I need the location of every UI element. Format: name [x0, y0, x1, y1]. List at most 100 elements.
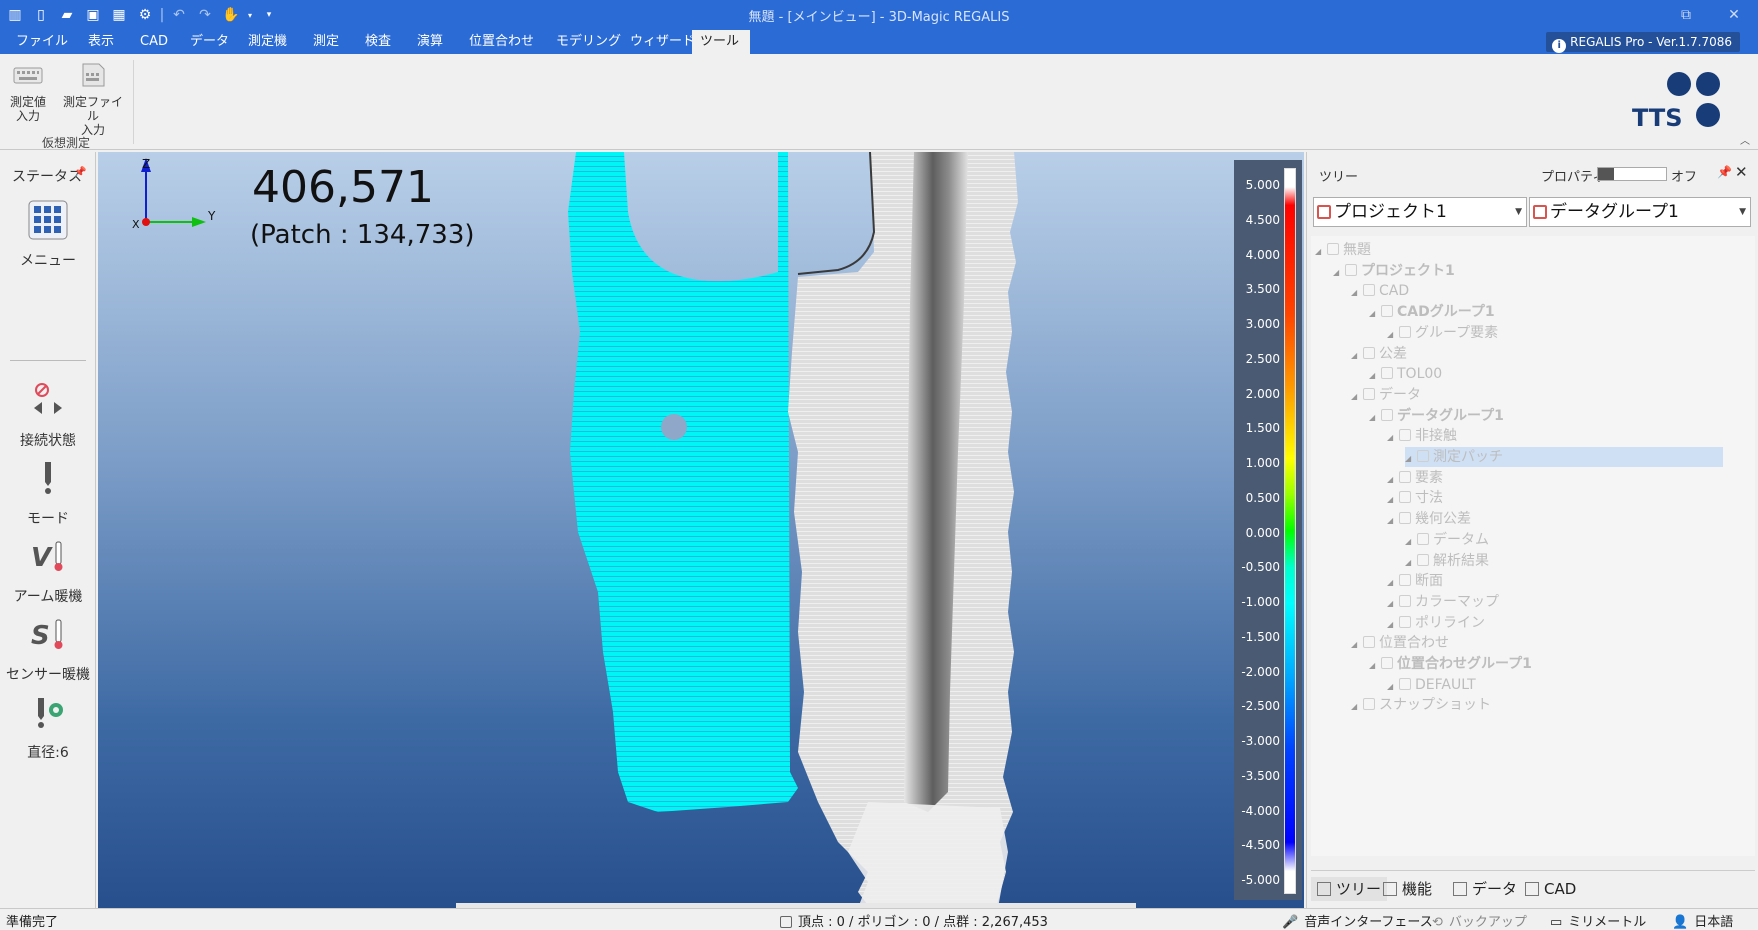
expand-arrow-icon[interactable]: ◢ — [1351, 635, 1363, 655]
tab-data-panel[interactable]: データ — [1447, 877, 1523, 901]
3d-viewport[interactable]: Z Y X 406,571 (Patch : 134,733) — [98, 152, 1304, 908]
tree-node[interactable]: ◢ TOL00 — [1369, 364, 1442, 384]
connection-status-button[interactable]: 接続状態 — [0, 380, 96, 450]
tree-node[interactable]: ◢ 無題 — [1315, 240, 1371, 260]
tab-tree-label: ツリー — [1336, 880, 1382, 898]
expand-arrow-icon[interactable]: ◢ — [1369, 408, 1381, 428]
expand-arrow-icon[interactable]: ◢ — [1387, 615, 1399, 635]
expand-arrow-icon[interactable]: ◢ — [1387, 325, 1399, 345]
scale-label: 0.500 — [1245, 490, 1280, 505]
version-badge: i REGALIS Pro - Ver.1.7.7086 — [1546, 32, 1740, 53]
tree-node[interactable]: ◢ データグループ1 — [1369, 406, 1504, 426]
expand-arrow-icon[interactable]: ◢ — [1333, 263, 1345, 283]
tab-file[interactable]: ファイル — [8, 30, 76, 54]
tab-cad[interactable]: CAD — [132, 30, 176, 54]
tree-node[interactable]: ◢ 断面 — [1387, 571, 1443, 591]
tab-view[interactable]: 表示 — [80, 30, 122, 54]
expand-arrow-icon[interactable]: ◢ — [1351, 697, 1363, 717]
expand-arrow-icon[interactable]: ◢ — [1315, 242, 1327, 262]
close-icon[interactable]: ✕ — [1710, 0, 1758, 30]
tab-measure[interactable]: 測定 — [305, 30, 347, 54]
tree-node-icon — [1345, 263, 1357, 276]
tree-node[interactable]: ◢ 測定パッチ — [1405, 447, 1723, 467]
tab-compute[interactable]: 演算 — [409, 30, 451, 54]
expand-arrow-icon[interactable]: ◢ — [1387, 490, 1399, 510]
tab-data[interactable]: データ — [182, 30, 237, 54]
tree-node[interactable]: ◢ CADグループ1 — [1369, 302, 1495, 322]
tab-machine[interactable]: 測定機 — [240, 30, 295, 54]
tree-node[interactable]: ◢ 寸法 — [1387, 488, 1443, 508]
tab-tools[interactable]: ツール — [692, 30, 750, 54]
expand-arrow-icon[interactable]: ◢ — [1387, 594, 1399, 614]
tree-node[interactable]: ◢ スナップショット — [1351, 695, 1491, 715]
microphone-icon: 🎤 — [1282, 915, 1299, 930]
tree-node-icon — [1363, 284, 1375, 297]
expand-arrow-icon[interactable]: ◢ — [1405, 449, 1417, 469]
document-icon — [1453, 882, 1467, 896]
tree-node[interactable]: ◢ プロジェクト1 — [1333, 261, 1455, 281]
mode-button[interactable]: モード — [0, 458, 96, 528]
expand-arrow-icon[interactable]: ◢ — [1387, 573, 1399, 593]
tree-node[interactable]: ◢ 要素 — [1387, 468, 1443, 488]
pin-icon[interactable]: 📌 — [1717, 165, 1732, 179]
expand-arrow-icon[interactable]: ◢ — [1387, 511, 1399, 531]
tab-alignment[interactable]: 位置合わせ — [461, 30, 542, 54]
expand-arrow-icon[interactable]: ◢ — [1351, 387, 1363, 407]
tree-node-label: 要素 — [1415, 469, 1443, 486]
tree-node[interactable]: ◢ 位置合わせ — [1351, 633, 1449, 653]
tree-node[interactable]: ◢ カラーマップ — [1387, 592, 1499, 612]
restore-icon[interactable]: ⧉ — [1662, 0, 1710, 30]
tree-node[interactable]: ◢ 非接触 — [1387, 426, 1457, 446]
group-select[interactable]: データグループ1 ▼ — [1529, 197, 1751, 227]
unit-selector[interactable]: ▭ ミリメートル — [1550, 911, 1646, 930]
tab-wizard[interactable]: ウィザード — [622, 30, 703, 54]
tree-node[interactable]: ◢ データム — [1405, 530, 1489, 550]
measurement-value-input-button[interactable]: 測定値 入力 — [0, 60, 56, 123]
tree-node[interactable]: ◢ データ — [1351, 385, 1421, 405]
project-select[interactable]: プロジェクト1 ▼ — [1313, 197, 1527, 227]
tab-function[interactable]: 機能 — [1377, 877, 1438, 901]
menu-button[interactable]: メニュー — [0, 200, 96, 270]
tree-node[interactable]: ◢ DEFAULT — [1387, 675, 1476, 695]
tree-node[interactable]: ◢ グループ要素 — [1387, 323, 1498, 343]
measurement-file-input-button[interactable]: 測定ファイル 入力 — [58, 60, 128, 137]
tree-node-icon — [1399, 594, 1411, 607]
expand-arrow-icon[interactable]: ◢ — [1369, 656, 1381, 676]
tree-node[interactable]: ◢ 幾何公差 — [1387, 509, 1471, 529]
scale-label: -0.500 — [1241, 560, 1280, 575]
expand-arrow-icon[interactable]: ◢ — [1369, 304, 1381, 324]
tab-cad-panel[interactable]: CAD — [1519, 877, 1582, 901]
tree-node[interactable]: ◢ 位置合わせグループ1 — [1369, 654, 1532, 674]
tree-node[interactable]: ◢ 公差 — [1351, 344, 1407, 364]
expand-arrow-icon[interactable]: ◢ — [1369, 366, 1381, 386]
pin-icon[interactable]: 📌 — [74, 167, 86, 178]
backup-status[interactable]: ⟲ バックアップ — [1432, 911, 1527, 930]
tree-node[interactable]: ◢ 解析結果 — [1405, 551, 1489, 571]
expand-arrow-icon[interactable]: ◢ — [1387, 677, 1399, 697]
tree-node[interactable]: ◢ ポリライン — [1387, 613, 1485, 633]
voice-interface[interactable]: 🎤 音声インターフェース — [1282, 911, 1433, 930]
expand-arrow-icon[interactable]: ◢ — [1387, 428, 1399, 448]
close-icon[interactable]: ✕ — [1735, 163, 1748, 181]
expand-arrow-icon[interactable]: ◢ — [1405, 532, 1417, 552]
expand-arrow-icon[interactable]: ◢ — [1351, 283, 1363, 303]
property-toggle[interactable] — [1597, 167, 1667, 181]
expand-arrow-icon[interactable]: ◢ — [1405, 553, 1417, 573]
tab-inspect[interactable]: 検査 — [357, 30, 399, 54]
tab-tree[interactable]: ツリー — [1311, 877, 1388, 901]
tree-node-icon — [1381, 305, 1393, 318]
menu-bar: ファイル 表示 CAD データ 測定機 測定 検査 演算 位置合わせ モデリング… — [0, 30, 1758, 54]
unit-label: ミリメートル — [1568, 915, 1647, 930]
sensor-warmup-button[interactable]: S センサー暖機 — [0, 614, 96, 684]
expand-arrow-icon[interactable]: ◢ — [1387, 470, 1399, 490]
tab-modeling[interactable]: モデリング — [548, 30, 629, 54]
arm-warmup-button[interactable]: V アーム暖機 — [0, 536, 96, 606]
language-selector[interactable]: 👤 日本語 — [1672, 911, 1733, 930]
scale-label: -3.000 — [1241, 734, 1280, 748]
tree-node[interactable]: ◢ CAD — [1351, 281, 1409, 301]
backup-label: バックアップ — [1448, 915, 1527, 930]
collapse-ribbon-icon[interactable]: ︿ — [1740, 132, 1750, 147]
expand-arrow-icon[interactable]: ◢ — [1351, 346, 1363, 366]
tree-node-label: 無題 — [1343, 242, 1371, 258]
diameter-button[interactable]: 直径:6 — [0, 692, 96, 762]
